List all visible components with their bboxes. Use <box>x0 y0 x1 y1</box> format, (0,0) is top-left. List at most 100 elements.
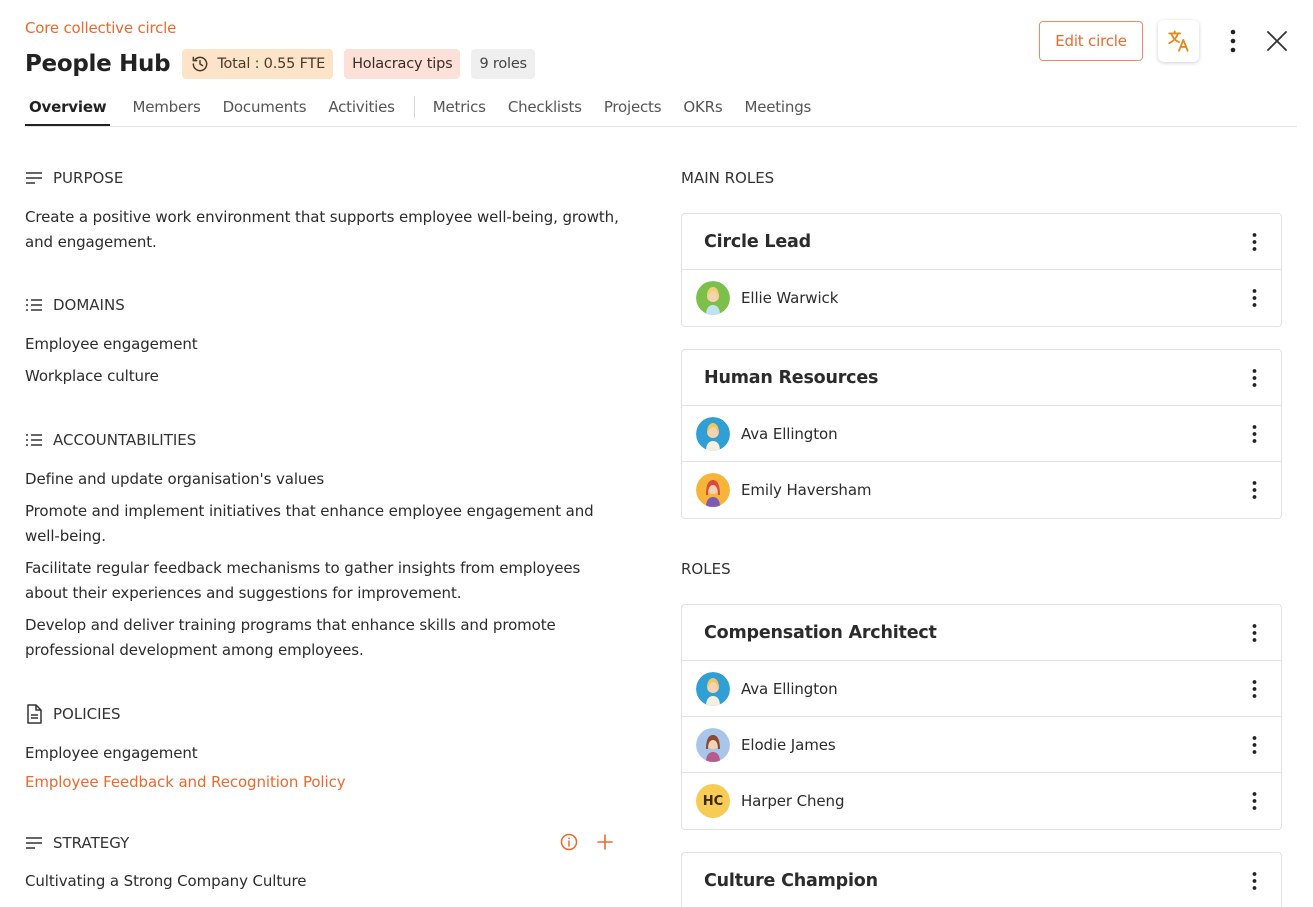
strategy-heading-label: STRATEGY <box>53 834 130 852</box>
role-card-header: Human Resources <box>682 350 1281 406</box>
more-vert-icon <box>1252 481 1256 499</box>
more-vert-icon <box>1252 289 1256 307</box>
domain-item: Employee engagement <box>25 335 198 353</box>
more-vert-icon <box>1230 29 1236 53</box>
fte-badge[interactable]: Total : 0.55 FTE <box>182 49 334 79</box>
purpose-heading: PURPOSE <box>25 168 123 188</box>
tab-okrs[interactable]: OKRs <box>683 88 722 126</box>
member-more-button[interactable] <box>1249 791 1259 811</box>
tab-metrics[interactable]: Metrics <box>433 88 486 126</box>
breadcrumb[interactable]: Core collective circle <box>25 19 176 37</box>
policies-heading-label: POLICIES <box>53 705 121 723</box>
roles-heading: ROLES <box>681 560 731 578</box>
member-more-button[interactable] <box>1249 424 1259 444</box>
strategy-text: Cultivating a Strong Company Culture <box>25 872 307 890</box>
role-card[interactable]: Human Resources Ava Ellington Emily Have… <box>681 349 1282 519</box>
tab-overview[interactable]: Overview <box>25 88 111 126</box>
accountability-item: Facilitate regular feedback mechanisms t… <box>25 559 581 602</box>
strategy-actions <box>560 833 613 851</box>
close-button[interactable] <box>1264 27 1290 55</box>
more-vert-icon <box>1252 792 1256 810</box>
member-name: Ava Ellington <box>741 679 838 698</box>
list-icon <box>26 299 42 311</box>
role-more-button[interactable] <box>1249 368 1259 388</box>
member-more-button[interactable] <box>1249 288 1259 308</box>
role-member-row[interactable]: Emily Haversham <box>682 462 1281 518</box>
role-member-row[interactable]: Ava Ellington <box>682 406 1281 462</box>
role-card[interactable]: Circle Lead Ellie Warwick <box>681 213 1282 327</box>
document-icon <box>27 704 42 724</box>
domain-item: Workplace culture <box>25 367 159 385</box>
member-more-button[interactable] <box>1249 480 1259 500</box>
more-vert-icon <box>1252 679 1256 698</box>
role-title[interactable]: Circle Lead <box>704 232 811 252</box>
edit-circle-button[interactable]: Edit circle <box>1039 21 1143 61</box>
tab-divider <box>413 96 415 118</box>
role-card[interactable]: Compensation Architect Ava Ellington Elo… <box>681 604 1282 830</box>
accountabilities-heading-label: ACCOUNTABILITIES <box>53 431 197 449</box>
purpose-text: Create a positive work environment that … <box>25 208 619 251</box>
more-vert-icon <box>1252 871 1256 890</box>
role-more-button[interactable] <box>1249 232 1259 252</box>
policy-link[interactable]: Employee Feedback and Recognition Policy <box>25 770 625 795</box>
tab-projects[interactable]: Projects <box>604 88 662 126</box>
role-member-row[interactable]: Ava Ellington <box>682 661 1281 717</box>
avatar <box>696 671 730 706</box>
member-name: Harper Cheng <box>741 792 845 810</box>
role-title[interactable]: Culture Champion <box>704 871 878 891</box>
policy-item: Employee engagement <box>25 744 198 762</box>
info-icon[interactable] <box>560 833 578 851</box>
role-more-button[interactable] <box>1249 623 1259 643</box>
role-card[interactable]: Culture Champion <box>681 852 1282 907</box>
role-title[interactable]: Compensation Architect <box>704 623 937 643</box>
avatar <box>696 727 730 762</box>
member-name: Ellie Warwick <box>741 289 839 307</box>
role-card-header: Compensation Architect <box>682 605 1281 661</box>
avatar <box>696 281 730 315</box>
accountability-item: Define and update organisation's values <box>25 470 325 488</box>
member-name: Emily Haversham <box>741 481 872 499</box>
page-title: People Hub <box>25 51 171 77</box>
tab-checklists[interactable]: Checklists <box>508 88 582 126</box>
tab-meetings[interactable]: Meetings <box>744 88 811 126</box>
domains-heading-label: DOMAINS <box>53 296 125 314</box>
translate-button[interactable] <box>1158 20 1199 62</box>
history-icon <box>192 56 208 72</box>
more-vert-icon <box>1252 424 1256 443</box>
role-member-row[interactable]: Elodie James <box>682 717 1281 773</box>
member-more-button[interactable] <box>1249 679 1259 699</box>
more-options-button[interactable] <box>1222 26 1244 56</box>
accountabilities-heading: ACCOUNTABILITIES <box>25 430 196 450</box>
accountability-item: Promote and implement initiatives that e… <box>25 502 594 545</box>
fte-badge-label: Total : 0.55 FTE <box>217 56 326 72</box>
translate-icon <box>1167 30 1189 52</box>
tab-documents[interactable]: Documents <box>223 88 307 126</box>
holacracy-tips-badge[interactable]: Holacracy tips <box>344 49 461 79</box>
role-card-header: Culture Champion <box>682 853 1281 907</box>
strategy-heading: STRATEGY <box>25 833 129 853</box>
avatar <box>696 416 730 451</box>
role-title[interactable]: Human Resources <box>704 368 878 388</box>
tab-activities[interactable]: Activities <box>328 88 395 126</box>
member-more-button[interactable] <box>1249 735 1259 755</box>
domains-heading: DOMAINS <box>25 295 125 315</box>
purpose-heading-label: PURPOSE <box>53 169 124 187</box>
avatar-initials: HC <box>696 784 730 818</box>
title-row: People Hub Total : 0.55 FTE Holacracy ti… <box>25 47 546 81</box>
more-vert-icon <box>1252 623 1256 642</box>
more-vert-icon <box>1252 232 1256 251</box>
avatar <box>696 473 730 507</box>
add-icon[interactable] <box>597 834 613 850</box>
roles-count-badge: 9 roles <box>471 49 535 79</box>
role-member-row[interactable]: HC Harper Cheng <box>682 773 1281 829</box>
close-icon <box>1267 31 1287 51</box>
short-text-icon <box>26 837 42 849</box>
short-text-icon <box>26 172 42 184</box>
tab-bar: Overview Members Documents Activities Me… <box>25 88 1297 127</box>
more-vert-icon <box>1252 368 1256 387</box>
policies-heading: POLICIES <box>25 704 121 724</box>
role-more-button[interactable] <box>1249 871 1259 891</box>
more-vert-icon <box>1252 735 1256 754</box>
role-member-row[interactable]: Ellie Warwick <box>682 270 1281 326</box>
tab-members[interactable]: Members <box>132 88 200 126</box>
